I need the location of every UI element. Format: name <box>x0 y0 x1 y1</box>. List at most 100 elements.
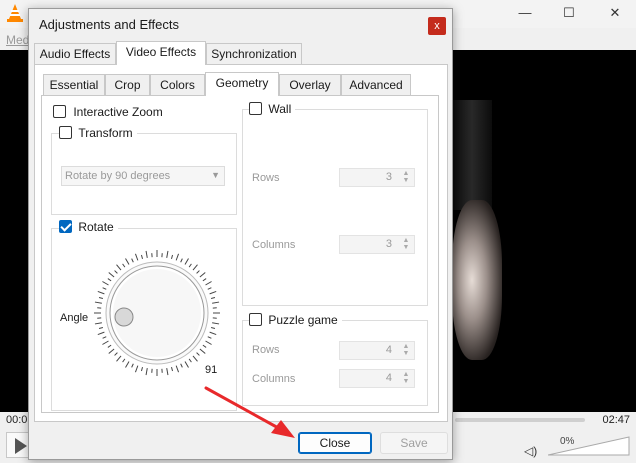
save-button[interactable]: Save <box>380 432 448 454</box>
chevron-down-icon: ▼ <box>211 170 220 180</box>
dial-tick <box>210 296 216 299</box>
dial-tick <box>107 278 112 282</box>
transform-checkbox[interactable]: Transform <box>59 126 137 140</box>
dial-tick <box>199 348 206 354</box>
tab-video-effects[interactable]: Video Effects <box>116 41 206 65</box>
dial-tick <box>209 290 217 295</box>
puzzle-rows-label: Rows <box>252 344 280 356</box>
dial-tick <box>171 254 174 260</box>
subtab-essential[interactable]: Essential <box>43 74 105 96</box>
puzzle-columns-label: Columns <box>252 373 296 385</box>
dialog-title: Adjustments and Effects <box>39 17 179 32</box>
dialog-close-icon[interactable]: x <box>428 17 446 35</box>
wall-checkbox[interactable]: Wall <box>249 102 296 116</box>
spinner-arrows-icon[interactable]: ▲ ▼ <box>400 343 412 358</box>
wall-label: Wall <box>268 102 292 116</box>
dial-tick <box>108 348 115 354</box>
video-content <box>452 100 492 210</box>
dial-tick <box>196 352 200 356</box>
dial-handle[interactable] <box>114 307 134 327</box>
dial-tick <box>140 254 143 260</box>
dial-tick <box>188 263 192 268</box>
puzzle-checkbox[interactable]: Puzzle game <box>249 313 342 327</box>
dial-tick <box>134 365 139 373</box>
wall-rows-spinner[interactable]: 3 ▲ ▼ <box>339 168 415 187</box>
window-close-icon[interactable]: ✕ <box>604 4 626 22</box>
puzzle-rows-spinner[interactable]: 4 ▲ ▼ <box>339 341 415 360</box>
dial-tick <box>125 258 130 265</box>
wall-box[interactable] <box>249 102 262 115</box>
dial-tick <box>205 340 212 345</box>
dial-tick <box>122 263 126 268</box>
dial-tick <box>209 331 217 336</box>
speaker-icon[interactable]: ◁) <box>524 444 537 458</box>
dial-tick <box>131 363 134 368</box>
dial-tick <box>98 327 104 330</box>
dial-tick <box>116 264 122 271</box>
subtab-advanced[interactable]: Advanced <box>341 74 411 96</box>
transform-select[interactable]: Rotate by 90 degrees ▼ <box>61 166 225 186</box>
dial-tick <box>166 368 169 376</box>
menu-media[interactable]: Med <box>6 33 29 47</box>
dial-tick <box>134 253 139 261</box>
dial-tick <box>166 250 169 258</box>
subtab-overlay[interactable]: Overlay <box>279 74 341 96</box>
dial-tick <box>94 301 102 304</box>
dial-tick <box>97 331 105 336</box>
volume-percent: 0% <box>560 436 575 447</box>
dial-tick <box>205 281 212 286</box>
time-total: 02:47 <box>602 414 630 426</box>
dial-tick <box>207 336 212 339</box>
subtab-colors[interactable]: Colors <box>150 74 205 96</box>
close-button[interactable]: Close <box>298 432 372 454</box>
dial-tick <box>210 327 216 330</box>
dial-tick <box>94 322 102 325</box>
wall-group <box>242 109 428 306</box>
dial-tick <box>188 358 192 363</box>
time-elapsed: 00:0 <box>6 414 28 426</box>
dial-tick <box>102 340 109 345</box>
video-content-face <box>452 200 502 360</box>
wall-columns-spinner[interactable]: 3 ▲ ▼ <box>339 235 415 254</box>
angle-label: Angle <box>60 312 89 324</box>
spinner-arrows-icon[interactable]: ▲ ▼ <box>400 170 412 185</box>
dial-tick <box>180 363 183 368</box>
transform-box[interactable] <box>59 126 72 139</box>
rotate-label: Rotate <box>78 220 114 234</box>
vlc-cone-icon <box>7 4 23 22</box>
maximize-icon[interactable]: ☐ <box>558 4 580 22</box>
spinner-arrows-icon[interactable]: ▲ ▼ <box>400 371 412 386</box>
puzzle-columns-value: 4 <box>385 372 392 384</box>
dial-tick <box>97 290 105 295</box>
puzzle-columns-spinner[interactable]: 4 ▲ ▼ <box>339 369 415 388</box>
seek-bar[interactable] <box>455 418 585 422</box>
transform-label: Transform <box>78 126 133 140</box>
dial-tick <box>102 287 107 290</box>
interactive-zoom-box[interactable] <box>53 105 66 118</box>
tab-audio-effects[interactable]: Audio Effects <box>34 43 116 65</box>
wall-columns-label: Columns <box>252 239 296 251</box>
dial-tick <box>108 272 115 278</box>
minimize-icon[interactable]: — <box>514 4 536 22</box>
dial-tick <box>202 344 207 348</box>
wall-rows-label: Rows <box>252 172 280 184</box>
dial-tick <box>207 287 212 290</box>
angle-dial[interactable] <box>92 248 222 378</box>
rotate-box[interactable] <box>59 220 72 233</box>
transform-select-value: Rotate by 90 degrees <box>65 170 171 182</box>
subtab-crop[interactable]: Crop <box>105 74 150 96</box>
dial-tick <box>212 301 220 304</box>
dial-tick <box>125 361 130 368</box>
tab-synchronization[interactable]: Synchronization <box>206 43 302 65</box>
spinner-arrows-icon[interactable]: ▲ ▼ <box>400 237 412 252</box>
dial-tick <box>102 336 107 339</box>
dial-tick <box>192 264 198 271</box>
interactive-zoom-checkbox[interactable]: Interactive Zoom <box>53 105 163 119</box>
rotate-checkbox[interactable]: Rotate <box>59 220 118 234</box>
puzzle-label: Puzzle game <box>268 313 338 327</box>
puzzle-box[interactable] <box>249 313 262 326</box>
puzzle-group <box>242 320 428 406</box>
dial-tick <box>192 355 198 362</box>
subtab-geometry[interactable]: Geometry <box>205 72 279 96</box>
dial-tick <box>175 365 180 373</box>
